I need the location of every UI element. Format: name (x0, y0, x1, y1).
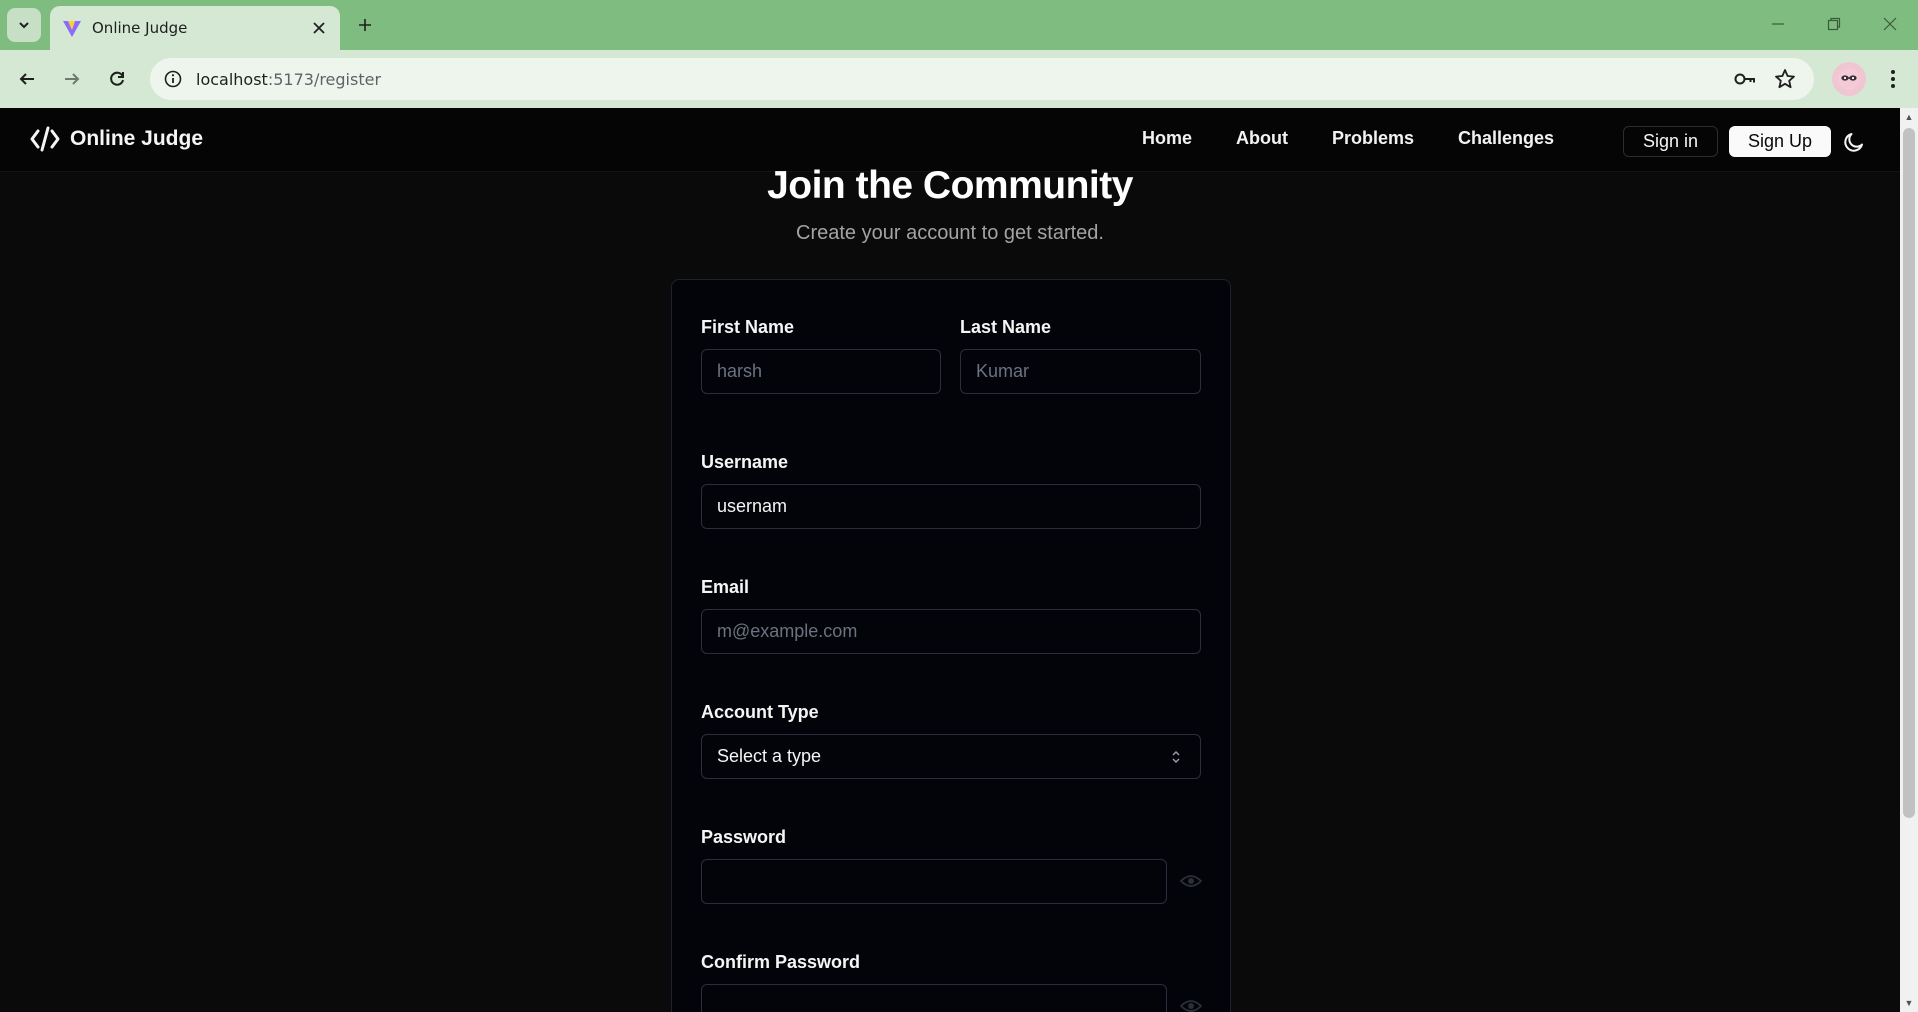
address-bar[interactable]: localhost:5173/register (150, 58, 1814, 100)
nav-home[interactable]: Home (1142, 128, 1192, 149)
new-tab-button[interactable] (350, 10, 380, 40)
first-name-input[interactable]: harsh (701, 349, 941, 394)
brand-link[interactable]: Online Judge (30, 126, 203, 152)
register-form-card: First Name harsh Last Name Kumar Usernam… (671, 279, 1231, 1012)
scroll-up-arrow-icon[interactable]: ▲ (1900, 108, 1918, 126)
last-name-label: Last Name (960, 317, 1052, 337)
brand-name: Online Judge (70, 127, 204, 150)
nav-problems[interactable]: Problems (1332, 128, 1414, 149)
page-title: Join the Community (767, 164, 1133, 207)
sign-in-button[interactable]: Sign in (1623, 126, 1718, 157)
restore-icon (1827, 17, 1841, 31)
site-navbar: Online Judge Home About Problems Challen… (0, 108, 1900, 172)
close-tab-icon[interactable] (306, 15, 332, 41)
site-info-icon[interactable] (160, 66, 186, 92)
chevrons-up-down-icon (1170, 747, 1182, 767)
minimize-window-button[interactable] (1756, 6, 1800, 42)
bookmark-star-icon[interactable] (1770, 64, 1800, 94)
url-host: localhost (196, 69, 268, 89)
close-window-button[interactable] (1868, 6, 1912, 42)
back-button[interactable] (10, 62, 44, 96)
reload-button[interactable] (100, 62, 134, 96)
browser-tab-active[interactable]: Online Judge (50, 6, 340, 50)
moon-icon (1844, 133, 1863, 152)
nav-challenges[interactable]: Challenges (1458, 128, 1554, 149)
account-type-selected: Select a type (717, 746, 822, 766)
sign-up-button[interactable]: Sign Up (1729, 126, 1831, 157)
page-subtitle: Create your account to get started. (796, 222, 1104, 244)
tab-search-button[interactable] (7, 8, 41, 42)
nav-about[interactable]: About (1236, 128, 1288, 149)
scroll-down-arrow-icon[interactable]: ▼ (1900, 994, 1918, 1012)
arrow-right-icon (65, 73, 80, 85)
close-icon (1883, 17, 1897, 31)
browser-tabstrip: Online Judge (0, 0, 1918, 50)
password-key-icon[interactable] (1730, 64, 1760, 94)
scrollbar-thumb[interactable] (1903, 128, 1915, 818)
theme-toggle-button[interactable] (1840, 128, 1868, 156)
username-label: Username (701, 452, 789, 472)
plus-icon (359, 19, 371, 31)
tab-title: Online Judge (92, 19, 188, 37)
more-vertical-icon (1891, 70, 1895, 88)
show-password-eye-icon[interactable] (1179, 869, 1203, 893)
avatar-glasses-icon (1838, 68, 1860, 90)
account-type-label: Account Type (701, 702, 819, 722)
username-input[interactable]: usernam (701, 484, 1201, 529)
vite-logo-icon (62, 18, 82, 38)
confirm-password-label: Confirm Password (701, 952, 861, 972)
restore-window-button[interactable] (1812, 6, 1856, 42)
browser-toolbar: localhost:5173/register (0, 50, 1918, 108)
account-type-select[interactable]: Select a type (701, 734, 1201, 779)
confirm-password-input[interactable] (701, 984, 1167, 1012)
browser-menu-button[interactable] (1876, 62, 1910, 96)
first-name-label: First Name (701, 317, 795, 337)
page-viewport: Online Judge Home About Problems Challen… (0, 108, 1900, 1012)
show-confirm-password-eye-icon[interactable] (1179, 994, 1203, 1012)
last-name-input[interactable]: Kumar (960, 349, 1201, 394)
forward-button[interactable] (55, 62, 89, 96)
url-text: localhost:5173/register (196, 70, 381, 89)
page-scrollbar[interactable]: ▲ ▼ (1900, 108, 1918, 1012)
code-brackets-icon (30, 126, 60, 152)
minimize-icon (1772, 23, 1784, 25)
profile-avatar[interactable] (1832, 62, 1866, 96)
arrow-left-icon (19, 73, 34, 85)
url-path: :5173/register (267, 69, 382, 89)
chevron-down-icon (19, 22, 29, 29)
primary-nav: Home About Problems Challenges (1142, 128, 1598, 149)
password-label: Password (701, 827, 787, 847)
reload-icon (110, 71, 124, 86)
password-input[interactable] (701, 859, 1167, 904)
email-label: Email (701, 577, 750, 597)
email-input[interactable]: m@example.com (701, 609, 1201, 654)
